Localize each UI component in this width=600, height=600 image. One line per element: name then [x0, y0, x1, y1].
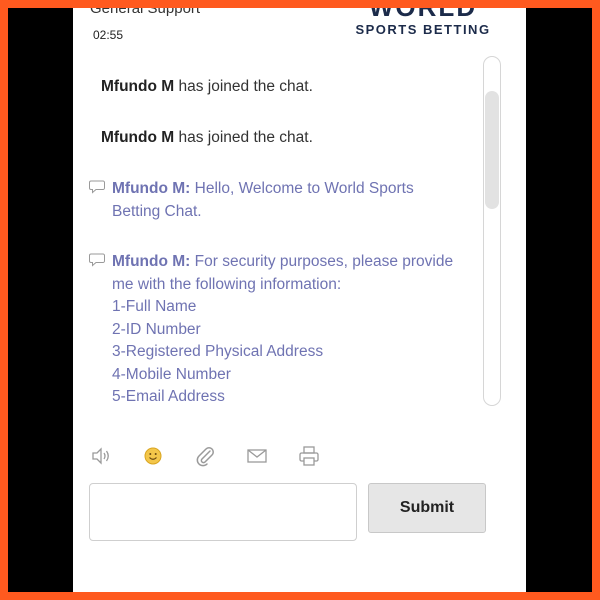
agent-message-line: 2-ID Number — [112, 320, 201, 338]
system-message-name: Mfundo M — [101, 129, 175, 146]
system-message: Mfundo M has joined the chat. — [101, 129, 313, 147]
agent-message-line: 1-Full Name — [112, 298, 197, 315]
chat-panel: General Support 02:55 WORLD SPORTS BETTI… — [73, 8, 526, 592]
submit-button[interactable]: Submit — [368, 483, 486, 533]
logo-bottom-text: SPORTS BETTING — [355, 22, 491, 37]
logo-top-text: WORLD — [343, 8, 503, 20]
speaker-icon[interactable] — [89, 444, 113, 468]
world-sports-betting-logo: WORLD SPORTS BETTING — [343, 8, 503, 38]
agent-message-line: Hello, Welcome to World Sports — [194, 180, 414, 197]
chat-message-list: Mfundo M has joined the chat. Mfundo M h… — [73, 56, 481, 406]
system-message-text: has joined the chat. — [174, 129, 313, 146]
email-icon[interactable] — [245, 444, 269, 468]
print-icon[interactable] — [297, 444, 321, 468]
speech-bubble-icon — [89, 253, 105, 267]
agent-message-name: Mfundo M: — [112, 253, 191, 270]
agent-message-line: Betting Chat. — [112, 202, 202, 220]
agent-message-line: For security purposes, please provide — [194, 253, 454, 270]
agent-message-name: Mfundo M: — [112, 180, 191, 197]
agent-message: Mfundo M: Hello, Welcome to World Sports… — [89, 178, 469, 223]
system-message-name: Mfundo M — [101, 78, 175, 95]
system-message: Mfundo M has joined the chat. — [101, 78, 313, 96]
screen-frame: General Support 02:55 WORLD SPORTS BETTI… — [8, 8, 592, 592]
agent-message-line: 3-Registered Physical Address — [112, 343, 324, 360]
attachment-icon[interactable] — [193, 444, 217, 468]
chat-header-title: General Support — [90, 8, 201, 17]
chat-scrollbar[interactable] — [483, 56, 501, 406]
chat-timer: 02:55 — [93, 28, 124, 42]
agent-message: Mfundo M: For security purposes, please … — [89, 251, 469, 409]
chat-toolbar — [89, 444, 349, 468]
speech-bubble-icon — [89, 180, 105, 194]
system-message-text: has joined the chat. — [174, 78, 313, 95]
emoji-icon[interactable] — [141, 444, 165, 468]
scrollbar-thumb[interactable] — [485, 91, 499, 209]
agent-message-line: me with the following information: — [112, 275, 342, 293]
chat-message-input[interactable] — [89, 483, 357, 541]
agent-message-line: 4-Mobile Number — [112, 365, 231, 383]
agent-message-line: 5-Email Address — [112, 388, 225, 405]
